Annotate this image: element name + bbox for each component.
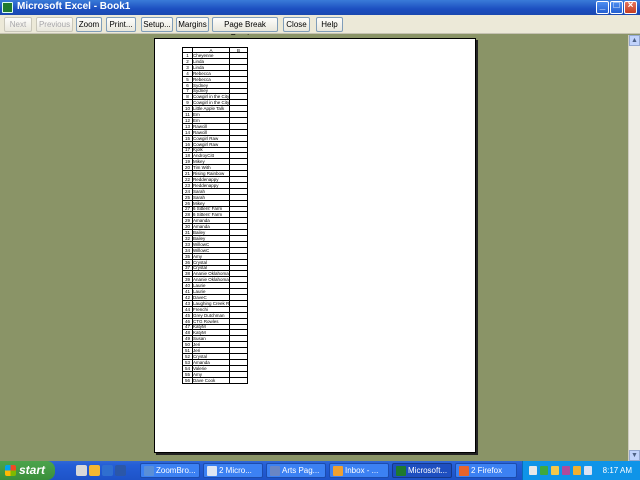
zoombrowser-icon	[144, 466, 154, 476]
minimize-icon: _	[599, 0, 606, 11]
zoom-button[interactable]: Zoom	[76, 17, 102, 32]
quicklaunch-desktop-icon[interactable]	[76, 465, 87, 476]
media-tray-icon[interactable]	[562, 466, 570, 475]
minimize-button[interactable]: _	[596, 0, 609, 14]
arts-page-icon	[270, 466, 280, 476]
start-button[interactable]: start	[0, 461, 55, 480]
window-title: Microsoft Excel - Book1	[17, 1, 131, 12]
quicklaunch-firefox-icon[interactable]	[89, 465, 100, 476]
quicklaunch-word-icon[interactable]	[115, 465, 126, 476]
task-label: Microsoft...	[408, 466, 448, 475]
network-tray-icon[interactable]	[540, 466, 548, 475]
messenger-tray-icon[interactable]	[551, 466, 559, 475]
task-arts-page[interactable]: Arts Pag...	[266, 463, 326, 478]
maximize-icon: □	[613, 0, 620, 11]
close-preview-button[interactable]: Close	[283, 17, 310, 32]
task-label: 2 Firefox	[471, 466, 503, 475]
page-break-preview-button[interactable]: Page Break Preview	[212, 17, 278, 42]
word-doc-icon	[207, 466, 217, 476]
quicklaunch-ie-icon[interactable]	[102, 465, 113, 476]
excel-icon	[396, 466, 406, 476]
task-label: Arts Pag...	[282, 466, 320, 475]
task-firefox[interactable]: 2 Firefox	[455, 463, 517, 478]
task-label: ZoomBro...	[156, 466, 196, 475]
task-microsoft-excel[interactable]: Microsoft...	[392, 463, 452, 478]
windows-logo-icon	[5, 465, 16, 476]
clock: 8:17 AM	[602, 466, 632, 475]
scroll-down-icon[interactable]: ▼	[629, 450, 640, 461]
next-button[interactable]: Next	[4, 17, 32, 32]
margins-button[interactable]: Margins	[176, 17, 209, 32]
title-bar: Microsoft Excel - Book1 _ □ ×	[0, 0, 640, 15]
task-label: Inbox - ...	[345, 466, 379, 475]
vertical-scrollbar[interactable]: ▲ ▼	[628, 35, 640, 461]
firefox-icon	[459, 466, 469, 476]
task-label: 2 Micro...	[219, 466, 252, 475]
excel-icon	[2, 2, 13, 13]
preview-area: A B 1 Cheyenne 2 Linda 3 Linda 4 Rebecca 5 Rebecc…	[0, 35, 640, 461]
setup-button[interactable]: Setup...	[141, 17, 173, 32]
task-inbox[interactable]: Inbox - ...	[329, 463, 389, 478]
print-button[interactable]: Print...	[106, 17, 136, 32]
cell-b	[229, 377, 248, 384]
print-page[interactable]: A B 1 Cheyenne 2 Linda 3 Linda 4 Rebecca 5 Rebecc…	[154, 38, 476, 453]
security-tray-icon[interactable]	[573, 466, 581, 475]
help-tray-icon[interactable]	[529, 466, 537, 475]
close-window-button[interactable]: ×	[624, 0, 637, 14]
task-microsoft-word[interactable]: 2 Micro...	[203, 463, 263, 478]
outlook-icon	[333, 466, 343, 476]
previous-button[interactable]: Previous	[36, 17, 73, 32]
system-tray: 8:17 AM	[522, 461, 640, 480]
print-preview-toolbar: Next Previous Zoom Print... Setup... Mar…	[0, 15, 640, 42]
volume-tray-icon[interactable]	[584, 466, 592, 475]
sheet-row: 56 Dave Cook	[182, 377, 248, 384]
taskbar: start ZoomBro... 2 Micro... Arts Pag... …	[0, 461, 640, 480]
scroll-up-icon[interactable]: ▲	[629, 35, 640, 46]
cell-a: Dave Cook	[192, 377, 230, 384]
task-zoombrowser[interactable]: ZoomBro...	[140, 463, 200, 478]
maximize-button[interactable]: □	[610, 0, 623, 14]
close-icon: ×	[627, 0, 634, 11]
help-button[interactable]: Help	[316, 17, 343, 32]
start-label: start	[19, 463, 46, 477]
